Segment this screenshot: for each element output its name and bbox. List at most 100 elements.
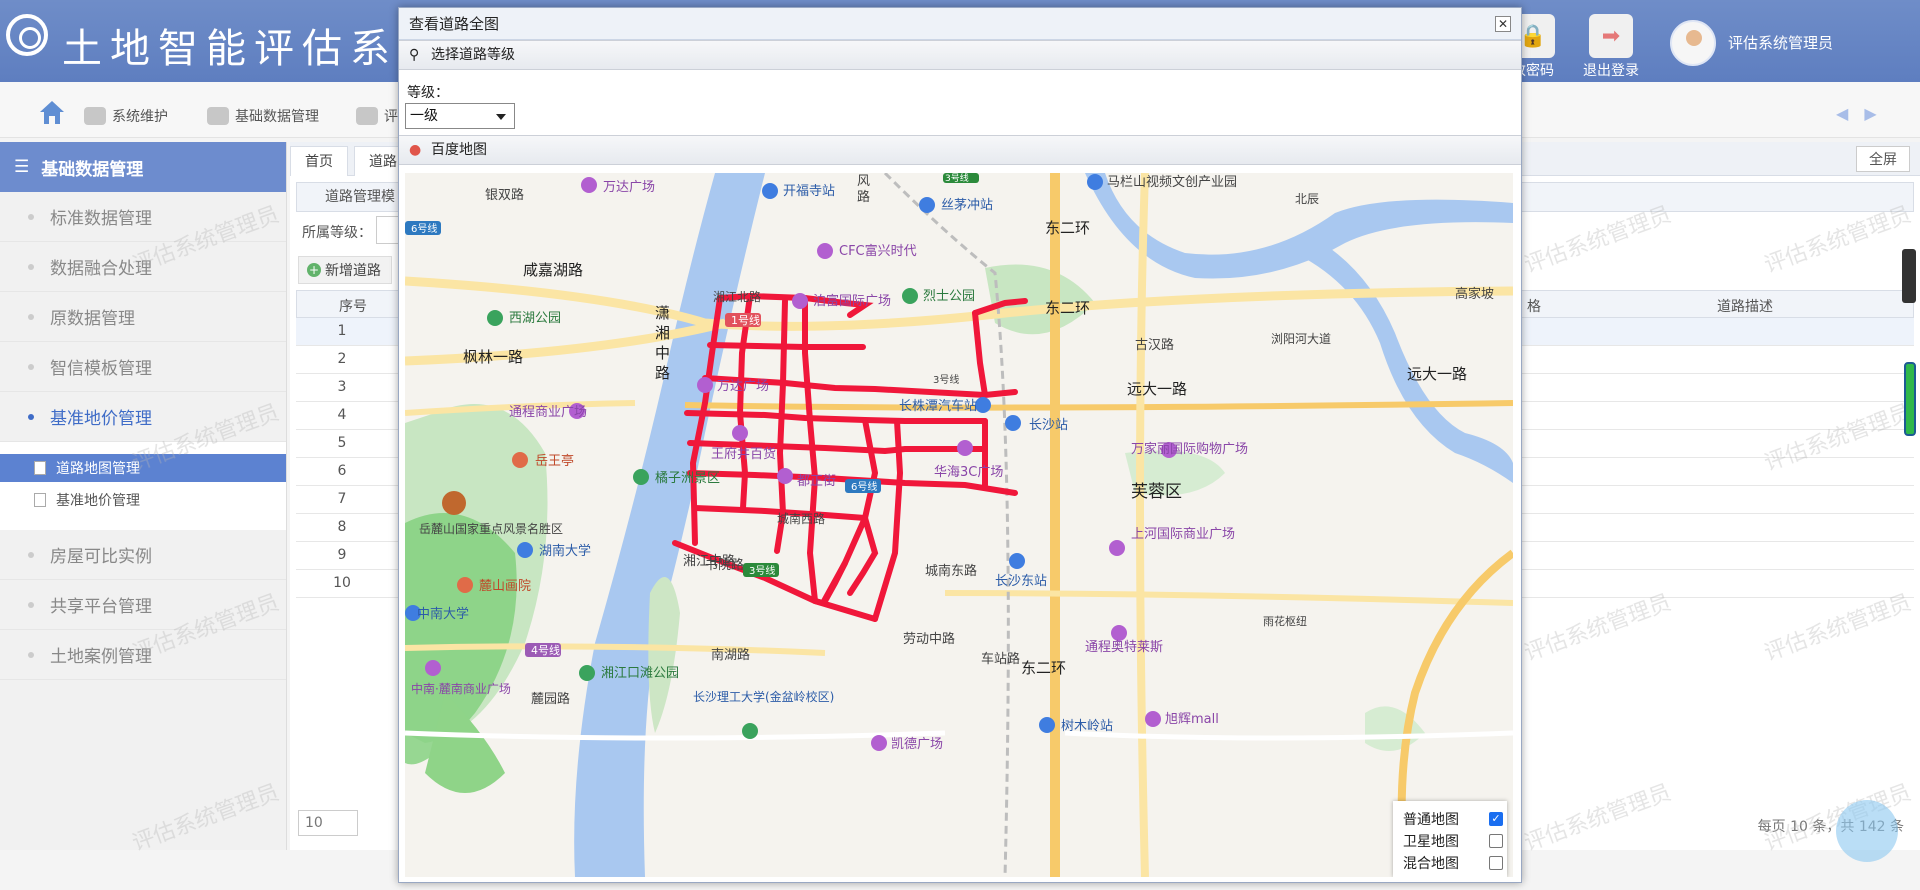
map-label: 东二环 bbox=[1021, 659, 1066, 677]
avatar[interactable] bbox=[1670, 20, 1716, 66]
map-label: 华海3C广场 bbox=[934, 465, 1003, 480]
bullet-icon bbox=[28, 551, 34, 558]
map-label: 远大一路 bbox=[1407, 365, 1467, 383]
sidebar-item-label: 智信模板管理 bbox=[50, 359, 152, 379]
fullscreen-button[interactable]: 全屏 bbox=[1856, 146, 1910, 172]
logout-button[interactable]: ➡ 退出登录 bbox=[1578, 14, 1644, 80]
row-index: 10 bbox=[333, 575, 351, 591]
map-label: 3号线 bbox=[749, 564, 775, 577]
map-label: 通程商业广场 bbox=[509, 405, 587, 420]
chat-icon[interactable] bbox=[1836, 800, 1898, 862]
sidebar-item-benchmark-price[interactable]: 基准地价管理 bbox=[0, 392, 286, 442]
map-label: 北辰 bbox=[1295, 192, 1319, 206]
layer-option-hybrid[interactable]: 混合地图 bbox=[1403, 853, 1503, 873]
chevron-left-icon[interactable]: ◀ bbox=[1836, 104, 1848, 123]
side-scrollbar[interactable] bbox=[1904, 362, 1916, 436]
map-label: 橘子洲景区 bbox=[655, 470, 720, 486]
map-canvas[interactable]: 银双路 万达广场 开福寺站 风 路 丝茅冲站 马栏山视频文创产业园 CFC富兴时… bbox=[405, 173, 1513, 877]
gear-icon bbox=[207, 107, 229, 125]
section-map-title: 百度地图 bbox=[431, 142, 487, 158]
bullet-icon bbox=[28, 651, 34, 658]
map-label: 长沙理工大学(金盆岭校区) bbox=[693, 689, 834, 704]
sidebar-item-land-cases[interactable]: 土地案例管理 bbox=[0, 630, 286, 680]
map-label: 丝茅冲站 bbox=[941, 198, 993, 213]
map-label: 东二环 bbox=[1045, 219, 1090, 237]
map-label: 旭辉mall bbox=[1165, 712, 1219, 727]
page-size-select[interactable]: 10 bbox=[298, 810, 358, 836]
sidebar-item-template[interactable]: 智信模板管理 bbox=[0, 342, 286, 392]
bullet-icon bbox=[28, 263, 34, 270]
map-label: 东二环 bbox=[1045, 299, 1090, 317]
map-label: 路 bbox=[655, 364, 670, 382]
close-icon[interactable]: ✕ bbox=[1495, 16, 1511, 32]
map-label: 1号线 bbox=[731, 313, 760, 327]
map-label: 岳王亭 bbox=[535, 453, 574, 469]
bullet-icon bbox=[28, 413, 34, 420]
sidebar-item-share-platform[interactable]: 共享平台管理 bbox=[0, 580, 286, 630]
side-handle[interactable] bbox=[1902, 249, 1916, 303]
map-label: 都正街 bbox=[797, 474, 836, 489]
map-label: 万家丽国际购物广场 bbox=[1131, 441, 1248, 457]
document-icon bbox=[34, 461, 46, 475]
map-label: 麓园路 bbox=[531, 691, 570, 707]
level-select[interactable]: 一级 bbox=[405, 103, 515, 129]
row-index: 1 bbox=[337, 323, 347, 339]
row-index: 5 bbox=[337, 435, 347, 451]
search-icon: ⚲ bbox=[409, 47, 420, 63]
level-label: 等级： bbox=[407, 85, 449, 101]
bullet-icon bbox=[28, 313, 34, 320]
dialog-title: 查看道路全图 bbox=[399, 8, 1521, 40]
sidebar-item-data-fusion[interactable]: 数据融合处理 bbox=[0, 242, 286, 292]
sidebar-spacer bbox=[0, 518, 286, 530]
sidebar-item-raw-data[interactable]: 原数据管理 bbox=[0, 292, 286, 342]
sidebar-item-label: 标准数据管理 bbox=[50, 209, 152, 229]
sidebar-subitem-label: 基准地价管理 bbox=[56, 493, 140, 509]
map-label: 南湖路 bbox=[711, 647, 750, 663]
map-label: 芙蓉区 bbox=[1131, 482, 1182, 502]
map-label: 马栏山视频文创产业园 bbox=[1107, 175, 1237, 190]
sidebar-item-standard-data[interactable]: 标准数据管理 bbox=[0, 192, 286, 242]
layer-label: 普通地图 bbox=[1403, 812, 1459, 828]
map-label: CFC富兴时代 bbox=[839, 243, 917, 259]
sidebar-subitem-benchmark[interactable]: 基准地价管理 bbox=[0, 482, 286, 518]
layer-label: 卫星地图 bbox=[1403, 834, 1459, 850]
bullet-icon bbox=[28, 213, 34, 220]
col-index: 序号 bbox=[339, 299, 367, 315]
checkbox-satellite-map[interactable] bbox=[1489, 834, 1503, 848]
map-label: 长株潭汽车站 bbox=[899, 398, 977, 414]
nav-item-label: 系统维护 bbox=[112, 109, 168, 125]
map-label: 树木岭站 bbox=[1061, 719, 1113, 734]
nav-item-evaluation[interactable]: 评 bbox=[356, 106, 398, 126]
tab-home[interactable]: 首页 bbox=[290, 146, 348, 176]
checkbox-hybrid-map[interactable] bbox=[1489, 856, 1503, 870]
map-label: 万达广场 bbox=[603, 180, 655, 195]
section-level-title: 选择道路等级 bbox=[431, 47, 515, 63]
bullet-icon bbox=[28, 363, 34, 370]
document-icon bbox=[34, 493, 46, 507]
nav-item-system[interactable]: 系统维护 bbox=[84, 106, 168, 126]
sidebar-header[interactable]: ☰ 基础数据管理 bbox=[0, 142, 286, 192]
layer-option-normal[interactable]: 普通地图 ✓ bbox=[1403, 809, 1503, 829]
nav-item-basic-data[interactable]: 基础数据管理 bbox=[207, 106, 319, 126]
chevron-right-icon[interactable]: ▶ bbox=[1864, 104, 1876, 123]
row-index: 9 bbox=[337, 547, 347, 563]
map-label: 银双路 bbox=[485, 187, 524, 203]
row-index: 3 bbox=[337, 379, 347, 395]
sidebar-item-label: 共享平台管理 bbox=[50, 597, 152, 617]
sidebar-subitem-road-map[interactable]: 道路地图管理 bbox=[0, 454, 286, 482]
baidu-map[interactable]: 银双路 万达广场 开福寺站 风 路 丝茅冲站 马栏山视频文创产业园 CFC富兴时… bbox=[405, 173, 1513, 877]
layer-option-satellite[interactable]: 卫星地图 bbox=[1403, 831, 1503, 851]
map-label: 西湖公园 bbox=[509, 311, 561, 326]
sidebar-item-label: 土地案例管理 bbox=[50, 647, 152, 667]
col-desc: 道路描述 bbox=[1717, 299, 1773, 315]
checkbox-normal-map[interactable]: ✓ bbox=[1489, 812, 1503, 826]
map-label: 长沙站 bbox=[1029, 418, 1068, 433]
sidebar-item-housing[interactable]: 房屋可比实例 bbox=[0, 530, 286, 580]
map-pin-icon: ● bbox=[409, 142, 422, 158]
add-road-button[interactable]: 新增道路 bbox=[298, 256, 392, 284]
map-label: 通程奥特莱斯 bbox=[1085, 640, 1163, 655]
home-icon[interactable] bbox=[38, 98, 66, 126]
row-index: 8 bbox=[337, 519, 347, 535]
money-bag-icon bbox=[356, 107, 378, 125]
map-label: 岳麓山国家重点风景名胜区 bbox=[419, 521, 563, 536]
